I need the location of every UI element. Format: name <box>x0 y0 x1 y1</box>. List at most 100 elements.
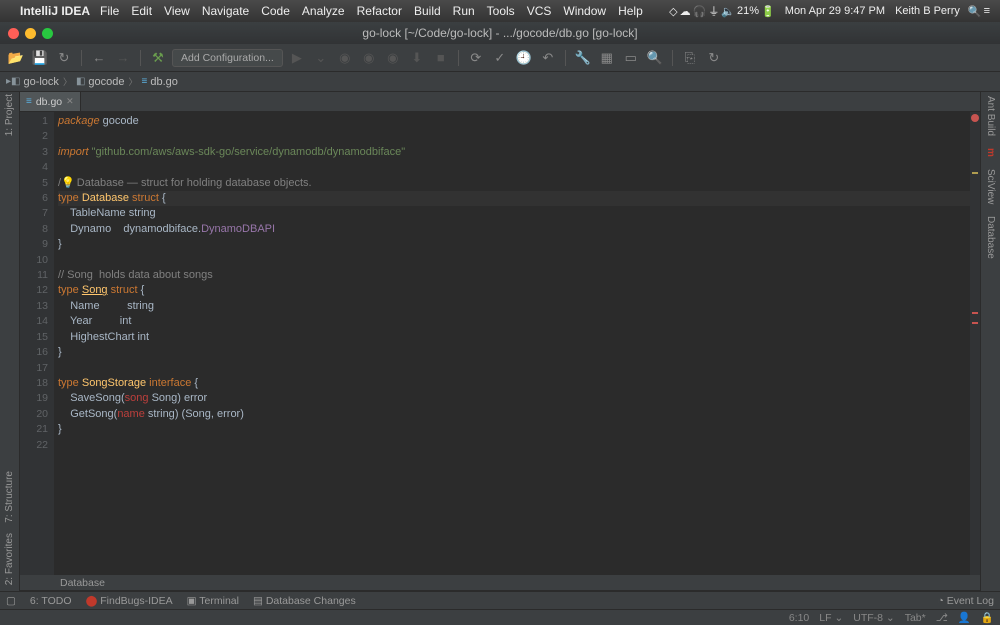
open-button[interactable]: 📂 <box>6 48 26 68</box>
breadcrumb-text[interactable]: Database <box>60 577 105 589</box>
editor-tabs: ≡ db.go ✕ <box>20 92 980 112</box>
menu-analyze[interactable]: Analyze <box>302 4 345 18</box>
code-editor[interactable]: 12345678910111213141516171819202122 pack… <box>20 112 980 575</box>
stop-button[interactable]: ■ <box>431 48 451 68</box>
add-configuration-dropdown[interactable]: Add Configuration... <box>172 49 283 67</box>
error-indicator-icon[interactable] <box>971 114 979 122</box>
volume-icon[interactable]: 🔈 <box>721 5 735 18</box>
nav-pkg[interactable]: ◧gocode <box>76 76 125 88</box>
attach-button[interactable]: ⬇ <box>407 48 427 68</box>
nav-file[interactable]: ≡db.go <box>142 76 178 88</box>
menu-view[interactable]: View <box>164 4 190 18</box>
tab-label: db.go <box>36 96 62 108</box>
cloud-icon[interactable]: ☁ <box>680 5 691 18</box>
code-area[interactable]: package gocode import "github.com/aws/aw… <box>54 112 980 575</box>
go-file-icon: ≡ <box>142 76 148 87</box>
update-button[interactable]: ⟳ <box>466 48 486 68</box>
folder-icon: ◧ <box>76 76 85 87</box>
tool-dbchanges[interactable]: ▤ Database Changes <box>253 595 356 607</box>
save-all-button[interactable]: 💾 <box>30 48 50 68</box>
right-tool-stripe: Ant Build m SciView Database <box>980 92 1000 591</box>
indent-config[interactable]: Tab* <box>905 612 926 624</box>
coverage-button[interactable]: ◉ <box>335 48 355 68</box>
error-stripe[interactable] <box>970 112 980 575</box>
menu-code[interactable]: Code <box>261 4 290 18</box>
menu-navigate[interactable]: Navigate <box>202 4 249 18</box>
line-separator[interactable]: LF ⌄ <box>819 612 843 624</box>
tool-structure[interactable]: 7: Structure <box>4 471 15 523</box>
file-encoding[interactable]: UTF-8 ⌄ <box>853 612 894 624</box>
error-mark[interactable] <box>972 312 978 314</box>
app-name[interactable]: IntelliJ IDEA <box>20 4 90 18</box>
menu-build[interactable]: Build <box>414 4 441 18</box>
commit-button[interactable]: ✓ <box>490 48 510 68</box>
status-bar: 6:10 LF ⌄ UTF-8 ⌄ Tab* ⎇ 👤 🔒 <box>0 609 1000 625</box>
build-button[interactable]: ⚒ <box>148 48 168 68</box>
macos-menubar: IntelliJ IDEA File Edit View Navigate Co… <box>0 0 1000 22</box>
tool-project[interactable]: 1: Project <box>4 94 15 136</box>
tool-ant[interactable]: Ant Build <box>985 96 996 136</box>
dropbox-icon[interactable]: ◇ <box>669 5 677 18</box>
tool-findbugs[interactable]: ⬤ FindBugs-IDEA <box>86 595 173 607</box>
refresh-button[interactable]: ↻ <box>704 48 724 68</box>
forward-button[interactable]: → <box>113 48 133 68</box>
project-structure-button[interactable]: ▦ <box>597 48 617 68</box>
profile-button[interactable]: ◉ <box>359 48 379 68</box>
menu-refactor[interactable]: Refactor <box>357 4 402 18</box>
sync-button[interactable]: ↻ <box>54 48 74 68</box>
git-branch-icon[interactable]: ⎇ <box>936 612 948 624</box>
caret-position[interactable]: 6:10 <box>789 612 809 624</box>
battery-icon[interactable]: 🔋 <box>761 5 775 18</box>
menu-window[interactable]: Window <box>563 4 606 18</box>
menu-file[interactable]: File <box>100 4 119 18</box>
intention-bulb-icon[interactable]: 💡 <box>61 177 75 189</box>
error-mark[interactable] <box>972 322 978 324</box>
tool-terminal[interactable]: ▣ Terminal <box>187 595 239 607</box>
headphones-icon[interactable]: 🎧 <box>693 5 707 18</box>
lock-icon[interactable]: 🔒 <box>981 611 994 624</box>
chevron-icon: 〉 <box>129 75 138 88</box>
tool-eventlog[interactable]: ◔ Event Log <box>937 595 994 607</box>
tool-todo[interactable]: 6: TODO <box>30 595 72 607</box>
menu-extras-icon[interactable]: ≡ <box>984 5 990 17</box>
tool-maven[interactable]: m <box>985 148 996 157</box>
sync-gradle-button[interactable]: ⎘ <box>680 48 700 68</box>
settings-button[interactable]: 🔧 <box>573 48 593 68</box>
history-button[interactable]: 🕘 <box>514 48 534 68</box>
sdk-button[interactable]: ▭ <box>621 48 641 68</box>
run-button[interactable]: ▶ <box>287 48 307 68</box>
bottom-tool-stripe: ▢ 6: TODO ⬤ FindBugs-IDEA ▣ Terminal ▤ D… <box>0 591 1000 609</box>
status-icons: ◇ ☁ 🎧 ⏚ 🔈 21% 🔋 Mon Apr 29 9:47 PM Keith… <box>669 3 990 19</box>
go-file-icon: ≡ <box>26 96 32 107</box>
menu-vcs[interactable]: VCS <box>527 4 552 18</box>
left-tool-stripe: 1: Project 7: Structure 2: Favorites <box>0 92 20 591</box>
search-button[interactable]: 🔍 <box>645 48 665 68</box>
battery-pct: 21% <box>737 5 759 17</box>
concurrency-button[interactable]: ◉ <box>383 48 403 68</box>
line-gutter: 12345678910111213141516171819202122 <box>20 112 54 575</box>
back-button[interactable]: ← <box>89 48 109 68</box>
menu-help[interactable]: Help <box>618 4 643 18</box>
inspection-icon[interactable]: 👤 <box>958 611 971 624</box>
user-name[interactable]: Keith B Perry <box>895 5 960 17</box>
wifi-icon[interactable]: ⏚ <box>708 3 719 19</box>
tool-window-quick-access-icon[interactable]: ▢ <box>6 595 16 607</box>
warning-mark[interactable] <box>972 172 978 174</box>
breadcrumb-bar[interactable]: Database <box>20 575 980 591</box>
window-titlebar: go-lock [~/Code/go-lock] - .../gocode/db… <box>0 22 1000 44</box>
menu-tools[interactable]: Tools <box>487 4 515 18</box>
tab-db-go[interactable]: ≡ db.go ✕ <box>20 92 81 111</box>
tool-database[interactable]: Database <box>985 216 996 259</box>
nav-root[interactable]: ▸◧go-lock <box>6 76 59 88</box>
window-title: go-lock [~/Code/go-lock] - .../gocode/db… <box>0 26 1000 40</box>
spotlight-icon[interactable]: 🔍 <box>968 5 982 18</box>
menu-run[interactable]: Run <box>453 4 475 18</box>
revert-button[interactable]: ↶ <box>538 48 558 68</box>
close-tab-icon[interactable]: ✕ <box>66 96 74 107</box>
tool-favorites[interactable]: 2: Favorites <box>4 533 15 585</box>
menu-edit[interactable]: Edit <box>131 4 152 18</box>
tool-sciview[interactable]: SciView <box>985 169 996 204</box>
chevron-icon: 〉 <box>63 75 72 88</box>
debug-button[interactable]: ⌄ <box>311 48 331 68</box>
clock[interactable]: Mon Apr 29 9:47 PM <box>785 5 885 17</box>
